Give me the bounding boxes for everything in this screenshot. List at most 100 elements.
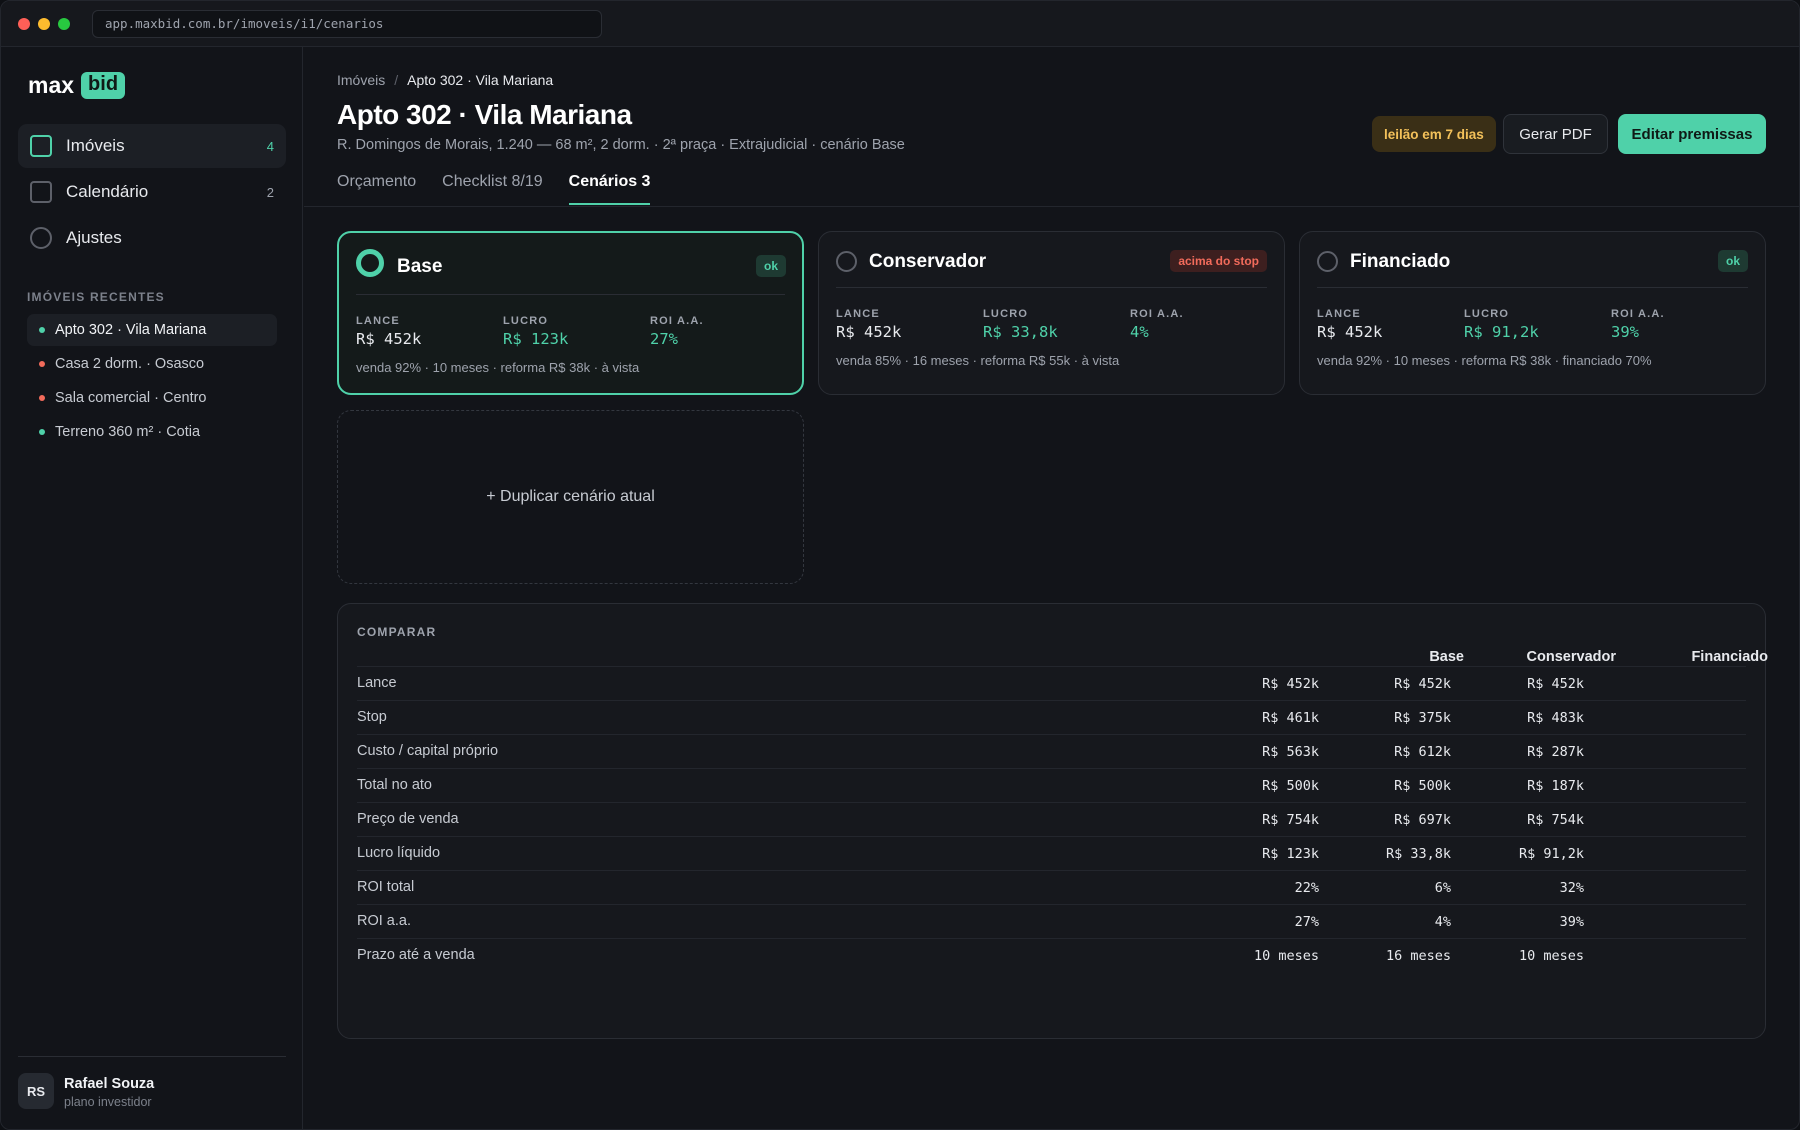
table-cell: R$ 452k: [1394, 676, 1451, 692]
metric-value-lucro: R$ 33,8k: [983, 323, 1058, 341]
table-cell: 39%: [1559, 914, 1584, 930]
table-row: Stop R$ 461k R$ 375k R$ 483k: [357, 700, 1746, 734]
scenario-name: Conservador: [869, 251, 987, 272]
scenario-description: venda 85% · 16 meses · reforma R$ 55k · …: [836, 353, 1120, 368]
recent-item[interactable]: Apto 302 · Vila Mariana: [27, 314, 277, 346]
sidebar-item-count: 2: [266, 184, 274, 200]
metric-value-lance: R$ 452k: [356, 330, 422, 348]
compare-title: COMPARAR: [357, 625, 437, 639]
sidebar: max bid Imóveis 4 Calendário 2 Ajustes I…: [1, 47, 303, 1129]
scenario-radio[interactable]: [836, 251, 857, 272]
avatar[interactable]: RS: [18, 1073, 54, 1109]
scenario-card-base[interactable]: Base ok LANCE LUCRO ROI A.A. R$ 452k R$ …: [337, 231, 804, 395]
tab-checklist[interactable]: Checklist 8/19: [442, 173, 543, 205]
sidebar-item-label: Calendário: [66, 182, 149, 201]
sidebar-item-ajustes[interactable]: Ajustes: [18, 216, 286, 260]
scenario-radio[interactable]: [356, 249, 384, 277]
scenario-card-conservador[interactable]: Conservador acima do stop LANCE LUCRO RO…: [818, 231, 1285, 395]
close-window-button[interactable]: [18, 17, 30, 30]
table-cell: R$ 461k: [1262, 710, 1319, 726]
metric-value-lance: R$ 452k: [1317, 323, 1383, 341]
breadcrumb-current: Apto 302 · Vila Mariana: [407, 72, 554, 88]
recent-item[interactable]: Terreno 360 m² · Cotia: [27, 416, 277, 448]
recent-item-label: Sala comercial · Centro: [55, 390, 207, 406]
recent-item-label: Terreno 360 m² · Cotia: [55, 424, 201, 440]
recent-section-label: IMÓVEIS RECENTES: [27, 290, 165, 304]
status-dot-icon: [39, 429, 45, 435]
scenario-card-financiado[interactable]: Financiado ok LANCE LUCRO ROI A.A. R$ 45…: [1299, 231, 1766, 395]
table-cell: R$ 754k: [1262, 812, 1319, 828]
table-cell: 10 meses: [1518, 948, 1584, 964]
card-divider: [1317, 287, 1748, 288]
breadcrumb-separator: /: [394, 72, 399, 88]
table-cell: R$ 483k: [1527, 710, 1584, 726]
table-cell: R$ 452k: [1262, 676, 1319, 692]
table-cell: R$ 375k: [1394, 710, 1451, 726]
sidebar-item-count: 4: [266, 138, 274, 154]
breadcrumb-root[interactable]: Imóveis: [337, 72, 385, 88]
duplicate-scenario-button[interactable]: + Duplicar cenário atual: [337, 410, 804, 584]
scenario-description: venda 92% · 10 meses · reforma R$ 38k · …: [356, 360, 640, 375]
recent-item[interactable]: Casa 2 dorm. · Osasco: [27, 348, 277, 380]
main-content: Imóveis / Apto 302 · Vila Mariana Apto 302…: [304, 47, 1799, 1129]
recent-item-label: Casa 2 dorm. · Osasco: [55, 356, 205, 372]
metric-label-lance: LANCE: [356, 315, 400, 327]
generate-pdf-button[interactable]: Gerar PDF: [1503, 114, 1608, 154]
metric-value-lance: R$ 452k: [836, 323, 902, 341]
sidebar-item-calendario[interactable]: Calendário 2: [18, 170, 286, 214]
column-header-financiado: Financiado: [1691, 649, 1768, 665]
table-cell: 22%: [1294, 880, 1319, 896]
table-cell: 32%: [1559, 880, 1584, 896]
calendar-icon: [30, 181, 52, 203]
browser-titlebar: app.maxbid.com.br/imoveis/i1/cenarios: [1, 1, 1799, 47]
user-plan: plano investidor: [64, 1095, 152, 1109]
logo-badge: bid: [81, 72, 126, 99]
tab-cenarios[interactable]: Cenários 3: [568, 173, 651, 205]
url-bar[interactable]: app.maxbid.com.br/imoveis/i1/cenarios: [92, 9, 602, 38]
metric-label-lance: LANCE: [836, 308, 880, 320]
sidebar-item-imoveis[interactable]: Imóveis 4: [18, 124, 286, 168]
table-cell: 27%: [1294, 914, 1319, 930]
row-label: Prazo até a venda: [357, 947, 475, 963]
table-row: Prazo até a venda 10 meses 16 meses 10 mese…: [357, 938, 1746, 972]
table-cell: 10 meses: [1253, 948, 1319, 964]
table-row: Custo / capital próprio R$ 563k R$ 612k R$ …: [357, 734, 1746, 768]
column-header-conservador: Conservador: [1526, 649, 1616, 665]
table-cell: R$ 563k: [1262, 744, 1319, 760]
status-badge: acima do stop: [1170, 250, 1267, 272]
metric-label-lucro: LUCRO: [503, 315, 549, 327]
metric-value-lucro: R$ 91,2k: [1464, 323, 1539, 341]
table-cell: R$ 697k: [1394, 812, 1451, 828]
metric-label-roi: ROI A.A.: [1130, 308, 1184, 320]
scenario-radio[interactable]: [1317, 251, 1338, 272]
table-row: ROI a.a. 27% 4% 39%: [357, 904, 1746, 938]
metric-value-roi: 4%: [1130, 323, 1149, 341]
row-label: Lucro líquido: [357, 845, 441, 861]
property-icon: [30, 135, 52, 157]
edit-assumptions-button[interactable]: Editar premissas: [1618, 114, 1766, 154]
table-row: Preço de venda R$ 754k R$ 697k R$ 754k: [357, 802, 1746, 836]
breadcrumb: Imóveis / Apto 302 · Vila Mariana: [337, 72, 553, 88]
table-row: Lance R$ 452k R$ 452k R$ 452k: [357, 666, 1746, 700]
page-title: Apto 302 · Vila Mariana: [337, 99, 632, 130]
settings-icon: [30, 227, 52, 249]
table-cell: R$ 500k: [1262, 778, 1319, 794]
page-subtitle: R. Domingos de Morais, 1.240 — 68 m², 2 …: [337, 137, 905, 153]
card-divider: [836, 287, 1267, 288]
recent-item[interactable]: Sala comercial · Centro: [27, 382, 277, 414]
row-label: Total no ato: [357, 777, 432, 793]
app-logo[interactable]: max bid: [28, 72, 126, 99]
table-cell: 4%: [1434, 914, 1451, 930]
auction-countdown-badge: leilão em 7 dias: [1372, 116, 1496, 152]
tab-orcamento[interactable]: Orçamento: [337, 173, 416, 205]
column-header-base: Base: [1429, 649, 1464, 665]
minimize-window-button[interactable]: [38, 17, 50, 30]
table-row: ROI total 22% 6% 32%: [357, 870, 1746, 904]
sidebar-divider: [18, 1056, 286, 1057]
row-label: ROI a.a.: [357, 913, 411, 929]
maximize-window-button[interactable]: [58, 17, 70, 30]
table-cell: R$ 754k: [1527, 812, 1584, 828]
metric-label-lance: LANCE: [1317, 308, 1361, 320]
metric-label-lucro: LUCRO: [983, 308, 1029, 320]
table-cell: 6%: [1434, 880, 1451, 896]
